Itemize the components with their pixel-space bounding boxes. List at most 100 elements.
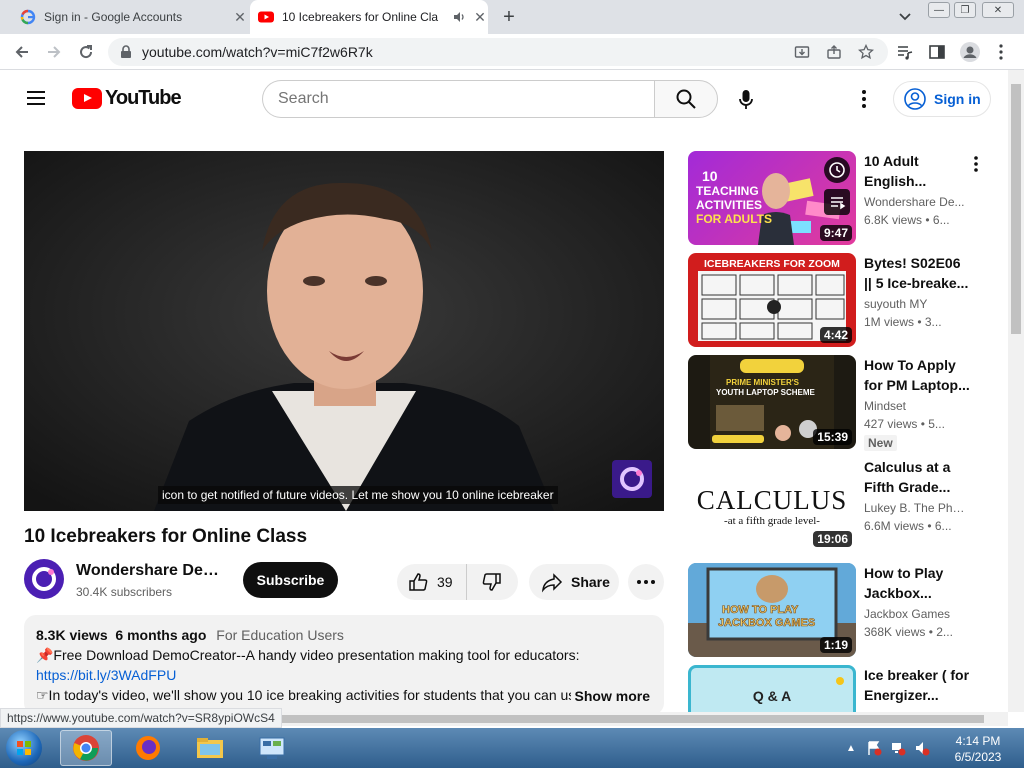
taskbar-control-panel[interactable] [246,730,298,766]
recommended-video[interactable]: Q & A Ice breaker ( for Energizer... [688,665,998,712]
video-thumbnail[interactable]: ICEBREAKERS FOR ZOOM 4:42 [688,253,856,347]
recommended-channel[interactable]: Lukey B. The Phy... [864,501,966,515]
close-window-button[interactable]: ✕ [982,2,1014,18]
control-panel-icon [259,737,285,759]
recommended-title[interactable]: 10 Adult English... [864,151,974,191]
sign-in-button[interactable]: Sign in [893,81,991,117]
url-text[interactable]: youtube.com/watch?v=miC7f2w6R7k [142,44,373,60]
title-line: Ice breaker ( for [864,667,970,683]
more-actions-button[interactable] [628,564,664,600]
youtube-logo[interactable]: YouTube [72,87,182,110]
browser-menu-icon[interactable] [996,43,1006,61]
show-more-button[interactable]: Show more [570,688,650,704]
media-playlist-icon[interactable] [896,43,914,61]
thumbnail-text: HOW TO PLAY [722,604,799,616]
title-line: || 5 Ice-breake... [864,275,969,291]
scrollbar-thumb[interactable] [1011,84,1021,334]
video-thumbnail[interactable]: PRIME MINISTER'S YOUTH LAPTOP SCHEME 15:… [688,355,856,449]
search-button[interactable] [654,80,718,118]
svg-text:ACTIVITIES: ACTIVITIES [696,198,762,212]
reload-icon[interactable] [76,42,96,62]
volume-muted-icon[interactable] [914,740,930,756]
closed-caption: icon to get notified of future videos. L… [158,486,558,504]
close-tab-icon[interactable]: ✕ [472,9,488,25]
taskbar-explorer[interactable] [184,730,236,766]
more-vertical-icon[interactable] [970,155,982,173]
restore-window-button[interactable]: ❐ [954,2,976,18]
recommended-channel[interactable]: Jackbox Games [864,607,966,621]
chevron-down-icon[interactable] [896,9,914,25]
taskbar-chrome[interactable] [60,730,112,766]
flag-alert-icon[interactable] [866,740,882,756]
video-player[interactable] [24,151,664,511]
recommended-video[interactable]: TEACHING ACTIVITIES FOR ADULTS 10 9:47 1… [688,151,998,246]
more-options-icon[interactable] [855,88,873,110]
new-tab-button[interactable]: + [498,6,520,28]
close-tab-icon[interactable]: ✕ [232,9,248,25]
tab-google-accounts[interactable]: Sign in - Google Accounts ✕ [12,0,248,34]
video-thumbnail[interactable]: HOW TO PLAY JACKBOX GAMES 1:19 [688,563,856,657]
video-thumbnail[interactable]: TEACHING ACTIVITIES FOR ADULTS 10 9:47 [688,151,856,245]
video-thumbnail[interactable]: CALCULUS -at a fifth grade level- 19:06 [688,457,856,551]
recommended-video[interactable]: ICEBREAKERS FOR ZOOM 4:42 Bytes! S02E06 … [688,253,998,348]
recommended-title[interactable]: How to Play Jackbox... [864,563,974,603]
share-button[interactable]: Share [529,564,619,600]
profile-avatar-icon[interactable] [960,42,980,62]
speaker-icon[interactable] [452,10,466,24]
recommended-video[interactable]: CALCULUS -at a fifth grade level- 19:06 … [688,457,998,552]
windows-logo-icon [17,741,31,755]
video-thumbnail[interactable]: Q & A [688,665,856,712]
add-to-queue-icon[interactable] [824,189,850,215]
hamburger-menu-icon[interactable] [27,90,45,106]
minimize-window-button[interactable]: — [928,2,950,18]
show-hidden-icons-icon[interactable]: ▲ [846,743,856,754]
recommended-title[interactable]: How To Apply for PM Laptop... [864,355,974,395]
youtube-play-icon [72,88,102,109]
recommended-video[interactable]: HOW TO PLAY JACKBOX GAMES 1:19 How to Pl… [688,563,998,658]
bookmark-star-icon[interactable] [858,44,874,60]
recommended-video[interactable]: PRIME MINISTER'S YOUTH LAPTOP SCHEME 15:… [688,355,998,451]
title-line: English... [864,173,927,189]
title-line: Jackbox... [864,585,932,601]
tab-title: Sign in - Google Accounts [44,10,183,24]
thumbnail-text: PRIME MINISTER'S [726,378,800,387]
description-line: ☞In today's video, we'll show you 10 ice… [36,687,576,703]
svg-text:YOUTH LAPTOP SCHEME: YOUTH LAPTOP SCHEME [716,388,815,397]
vertical-scrollbar[interactable] [1008,70,1024,712]
svg-text:FOR ADULTS: FOR ADULTS [696,212,772,226]
lock-icon[interactable] [120,45,132,59]
recommended-channel[interactable]: suyouth MY [864,297,966,311]
back-arrow-icon[interactable] [12,42,32,62]
video-description[interactable]: 8.3K views 6 months ago For Education Us… [24,615,664,715]
voice-search-button[interactable] [734,88,758,112]
dislike-button[interactable] [467,564,517,600]
like-button[interactable]: 39 [397,564,467,600]
recommended-views: 368K views • 2... [864,625,953,639]
search-box[interactable] [262,80,655,118]
start-button[interactable] [6,730,42,766]
recommended-views: 427 views • 5... [864,417,945,431]
recommended-title[interactable]: Ice breaker ( for Energizer... [864,665,974,705]
thumbnail-text: CALCULUS [696,485,848,515]
channel-avatar[interactable] [24,559,64,599]
description-link[interactable]: https://bit.ly/3WAdFPU [36,667,176,683]
recommended-channel[interactable]: Mindset [864,399,966,413]
firefox-icon [136,736,160,760]
folder-icon [197,738,223,758]
network-icon[interactable] [890,740,906,756]
taskbar-clock[interactable]: 4:14 PM 6/5/2023 [936,733,1020,765]
channel-name[interactable]: Wondershare Dem... [76,562,226,580]
recommended-channel[interactable]: Wondershare De... [864,195,966,209]
taskbar-firefox[interactable] [122,730,174,766]
tab-youtube-video[interactable]: 10 Icebreakers for Online Cla ✕ [250,0,488,34]
share-page-icon[interactable] [826,44,842,60]
search-input[interactable] [263,81,623,117]
address-bar[interactable]: youtube.com/watch?v=miC7f2w6R7k [108,38,888,66]
forward-arrow-icon[interactable] [44,42,64,62]
recommended-title[interactable]: Calculus at a Fifth Grade... [864,457,974,497]
subscribe-button[interactable]: Subscribe [243,562,338,598]
watch-later-icon[interactable] [824,157,850,183]
install-app-icon[interactable] [794,44,810,60]
side-panel-icon[interactable] [928,43,946,61]
recommended-title[interactable]: Bytes! S02E06 || 5 Ice-breake... [864,253,974,293]
